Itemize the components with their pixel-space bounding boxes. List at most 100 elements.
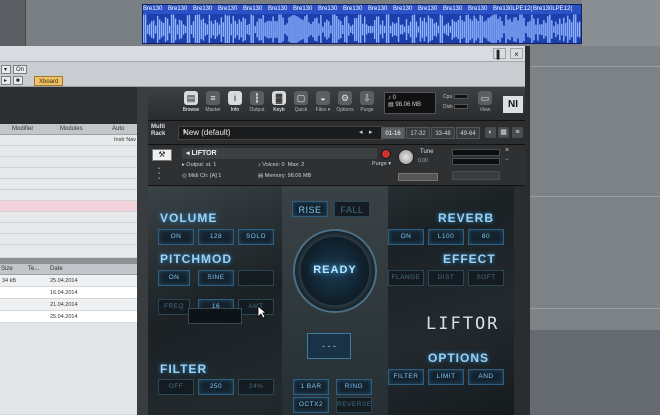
view-button[interactable]: ▭ View xyxy=(474,90,496,118)
toolbar-keyboard-button[interactable]: ▓ Keyb xyxy=(268,90,290,118)
pitchmod-amount-button[interactable]: AMT xyxy=(238,299,274,315)
rack-tab-3[interactable]: 33-48 xyxy=(431,127,455,139)
filter-off-button[interactable]: OFF xyxy=(158,379,194,395)
waveform-bar xyxy=(306,14,308,43)
octave-button[interactable]: OCTX2 xyxy=(293,397,329,413)
toolbar-quick-button[interactable]: ▢ Quick xyxy=(290,90,312,118)
rack-tab-1[interactable]: 01-16 xyxy=(381,127,405,139)
file-row[interactable]: 21.04.2014 xyxy=(0,299,137,311)
waveform-bar xyxy=(328,21,330,38)
column-modules[interactable]: Modules xyxy=(60,124,83,135)
reverb-mix-button[interactable]: 80 xyxy=(468,229,504,245)
list-item[interactable] xyxy=(0,245,137,258)
fall-button[interactable]: FALL xyxy=(334,201,370,217)
list-item[interactable] xyxy=(0,168,137,179)
aux-icon[interactable]: ◐ xyxy=(485,127,496,138)
on-button[interactable]: On xyxy=(13,65,28,74)
effect-dist-button[interactable]: DIST xyxy=(428,270,464,286)
solo-indicator[interactable] xyxy=(381,149,391,159)
column-date[interactable]: Date xyxy=(50,264,63,275)
toolbar-info-button[interactable]: i Info xyxy=(224,90,246,118)
close-window-button[interactable]: × xyxy=(510,48,523,59)
effect-type-button[interactable]: FLANGE xyxy=(388,270,424,286)
ring-button[interactable]: RING xyxy=(336,379,372,395)
filter-resonance-button[interactable]: 24% xyxy=(238,379,274,395)
file-row[interactable]: 25.04.2014 xyxy=(0,311,137,323)
audio-clip[interactable]: Bre130 Bre130 Bre130 Bre130 Bre130 Bre130 Bre1… xyxy=(142,4,582,44)
rise-button[interactable]: RISE xyxy=(292,201,328,217)
file-row[interactable]: 34 kB 25.04.2014 xyxy=(0,275,137,287)
reverse-button[interactable]: REVERSE xyxy=(336,397,372,413)
pitchmod-extra-button[interactable] xyxy=(238,270,274,286)
list-item[interactable] xyxy=(0,157,137,168)
pin-button[interactable]: ▌ xyxy=(493,48,506,59)
pitchmod-on-button[interactable]: ON xyxy=(158,270,190,286)
reverb-size-button[interactable]: L100 xyxy=(428,229,464,245)
wrench-icon[interactable]: ⚒ xyxy=(152,149,172,161)
options-limit-button[interactable]: LIMIT xyxy=(428,369,464,385)
browser-subheader: Instr Nav xyxy=(0,135,137,146)
reverb-label: REVERB xyxy=(438,211,495,225)
arrow-icon[interactable]: ▸ xyxy=(1,76,11,85)
waveform-bar xyxy=(523,17,525,42)
track-header[interactable] xyxy=(0,0,26,46)
column-type[interactable]: Te... xyxy=(28,264,39,275)
options-filter-button[interactable]: FILTER xyxy=(388,369,424,385)
toolbar-disk-button[interactable]: ◒ Files ▾ xyxy=(312,90,334,118)
list-item-selected[interactable] xyxy=(0,201,137,212)
instrument-prev-icon[interactable]: ◂ xyxy=(186,150,190,157)
length-button[interactable]: 1 BAR xyxy=(293,379,329,395)
list-item[interactable] xyxy=(0,146,137,157)
volume-value-button[interactable]: 128 xyxy=(198,229,234,245)
instrument-minimize-icon[interactable]: − xyxy=(505,157,509,163)
column-auto[interactable]: Auto xyxy=(112,124,124,135)
rack-menu-icon[interactable]: ▦ xyxy=(498,127,509,138)
purge-dropdown[interactable]: Purge ▾ xyxy=(372,161,391,167)
options-and-button[interactable]: AND xyxy=(468,369,504,385)
output-row[interactable]: ▸ Output: st. 1 xyxy=(182,161,216,170)
rack-tab-4[interactable]: 49-64 xyxy=(456,127,480,139)
midi-row[interactable]: ◎ Midi Ch: [A] 1 xyxy=(182,172,221,181)
instr-nav-label[interactable]: Instr Nav xyxy=(114,135,136,146)
waveform-bar xyxy=(290,16,292,43)
list-item[interactable] xyxy=(0,223,137,234)
menu-dropdown-icon[interactable]: ▾ xyxy=(1,65,11,74)
rack-name-field[interactable]: New (default) xyxy=(178,126,383,140)
stop-icon[interactable]: ■ xyxy=(13,76,23,85)
effect-soft-button[interactable]: SOFT xyxy=(468,270,504,286)
column-size[interactable]: Size xyxy=(1,264,13,275)
filter-cutoff-button[interactable]: 250 xyxy=(198,379,234,395)
list-item[interactable] xyxy=(0,234,137,245)
rack-options-icon[interactable]: ≡ xyxy=(512,127,523,138)
volume-solo-button[interactable]: SOLO xyxy=(238,229,274,245)
file-row[interactable]: 16.04.2014 xyxy=(0,287,137,299)
rack-prev-icon[interactable]: ◂ xyxy=(359,126,363,140)
drag-grip-icon[interactable]: ▪ ▪ ▪ xyxy=(158,166,160,182)
toolbar-browse-button[interactable]: ▤ Browse xyxy=(180,90,202,118)
toolbar-purge-button[interactable]: ⇩ Purge xyxy=(356,90,378,118)
toolbar-master-button[interactable]: ≡ Master xyxy=(202,90,224,118)
toolbar-gear-button[interactable]: ⚙ Options xyxy=(334,90,356,118)
aux-slider[interactable] xyxy=(398,173,438,181)
reverb-on-button[interactable]: ON xyxy=(388,229,424,245)
list-item[interactable] xyxy=(0,212,137,223)
tune-knob[interactable] xyxy=(398,149,414,165)
ni-logo[interactable]: NI xyxy=(503,96,523,113)
waveform-bar xyxy=(391,22,394,37)
rack-dropdown-icon[interactable]: ▾ xyxy=(183,126,187,140)
rack-tab-2[interactable]: 17-32 xyxy=(406,127,430,139)
xboard-button[interactable]: Xboard xyxy=(34,76,64,86)
pitchmod-freq-button[interactable]: FREQ xyxy=(158,299,190,315)
list-item[interactable] xyxy=(0,190,137,201)
pitchmod-shape-button[interactable]: SINE xyxy=(198,270,234,286)
column-modifier[interactable]: Modifier xyxy=(12,124,33,135)
browser-scrollbar[interactable] xyxy=(137,87,148,415)
pan-slider[interactable] xyxy=(452,171,500,180)
volume-on-button[interactable]: ON xyxy=(158,229,194,245)
list-item[interactable] xyxy=(0,179,137,190)
toolbar-output-button[interactable]: ┇ Output xyxy=(246,90,268,118)
instrument-name[interactable]: ◂ LIFTOR xyxy=(182,148,377,159)
rack-next-icon[interactable]: ▸ xyxy=(369,126,373,140)
instrument-close-icon[interactable]: × xyxy=(505,147,509,154)
max-value[interactable]: 2 xyxy=(301,162,304,168)
